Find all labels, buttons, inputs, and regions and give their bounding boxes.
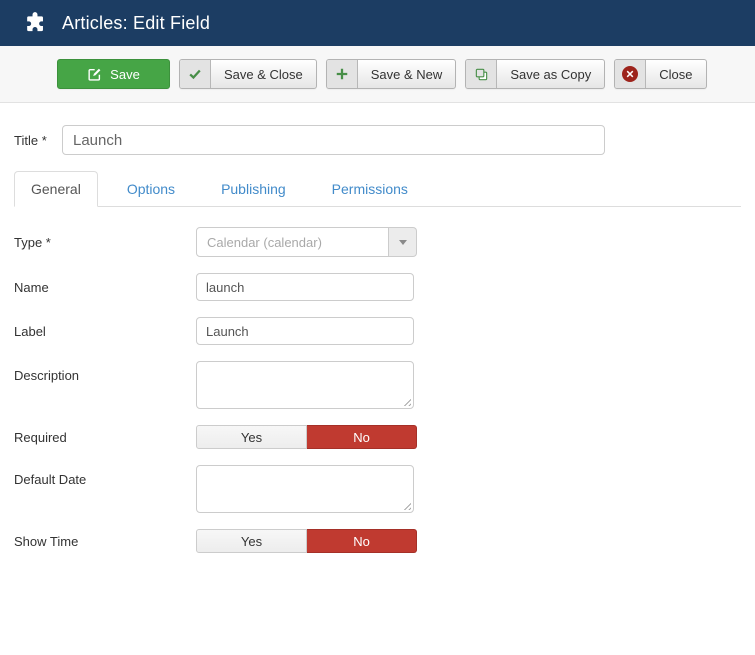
chevron-down-icon xyxy=(398,239,407,245)
default-date-label: Default Date xyxy=(14,472,87,487)
title-input[interactable] xyxy=(62,125,605,155)
save-button[interactable]: Save xyxy=(57,59,170,89)
general-form: Type * Calendar (calendar) Name Label De… xyxy=(14,227,741,553)
save-and-close-label: Save & Close xyxy=(224,66,303,82)
required-row: Required Yes No xyxy=(14,425,741,449)
close-button-label: Close xyxy=(659,66,693,82)
toolbar: Save Save & Close Save & New Save as Cop… xyxy=(0,46,755,103)
copy-icon xyxy=(466,60,498,88)
show-time-no-button[interactable]: No xyxy=(307,529,417,553)
tab-bar: General Options Publishing Permissions xyxy=(14,171,741,207)
title-label: Title * xyxy=(14,132,47,148)
check-icon xyxy=(180,60,211,88)
tab-publishing[interactable]: Publishing xyxy=(204,171,303,207)
show-time-row: Show Time Yes No xyxy=(14,529,741,553)
type-select-value: Calendar (calendar) xyxy=(196,227,389,257)
type-select: Calendar (calendar) xyxy=(196,227,417,257)
show-time-label: Show Time xyxy=(14,533,79,549)
save-as-copy-button[interactable]: Save as Copy xyxy=(465,59,606,89)
name-label: Name xyxy=(14,279,49,295)
puzzle-piece-icon xyxy=(24,12,46,34)
plus-icon xyxy=(326,60,358,88)
app-header: Articles: Edit Field xyxy=(0,0,755,46)
pencil-square-icon xyxy=(87,67,102,82)
tab-permissions[interactable]: Permissions xyxy=(315,171,425,207)
tab-general[interactable]: General xyxy=(14,171,98,207)
label-input[interactable] xyxy=(196,317,414,345)
required-toggle: Yes No xyxy=(196,425,417,449)
cancel-circle-icon xyxy=(615,60,647,88)
label-label: Label xyxy=(14,323,46,339)
save-as-copy-label: Save as Copy xyxy=(510,66,592,82)
save-button-label: Save xyxy=(110,66,140,82)
save-and-new-label: Save & New xyxy=(370,66,443,82)
description-row: Description xyxy=(14,361,741,409)
required-no-button[interactable]: No xyxy=(307,425,417,449)
save-and-close-button[interactable]: Save & Close xyxy=(179,59,317,89)
close-button[interactable]: Close xyxy=(614,59,707,89)
label-row: Label xyxy=(14,317,741,345)
default-date-row: Default Date xyxy=(14,465,741,513)
show-time-yes-button[interactable]: Yes xyxy=(196,529,307,553)
type-row: Type * Calendar (calendar) xyxy=(14,227,741,257)
description-textarea[interactable] xyxy=(197,362,413,408)
default-date-textarea[interactable] xyxy=(197,466,413,512)
tab-options[interactable]: Options xyxy=(110,171,192,207)
title-row: Title * xyxy=(14,125,741,155)
main-content: Title * General Options Publishing Permi… xyxy=(0,125,755,553)
page-title: Articles: Edit Field xyxy=(62,12,211,33)
name-row: Name xyxy=(14,273,741,301)
required-label: Required xyxy=(14,429,67,445)
save-and-new-button[interactable]: Save & New xyxy=(325,59,457,89)
show-time-toggle: Yes No xyxy=(196,529,417,553)
required-yes-button[interactable]: Yes xyxy=(196,425,307,449)
description-label: Description xyxy=(14,368,80,383)
name-input[interactable] xyxy=(196,273,414,301)
type-label: Type * xyxy=(14,234,51,250)
type-select-caret-button xyxy=(389,227,417,257)
